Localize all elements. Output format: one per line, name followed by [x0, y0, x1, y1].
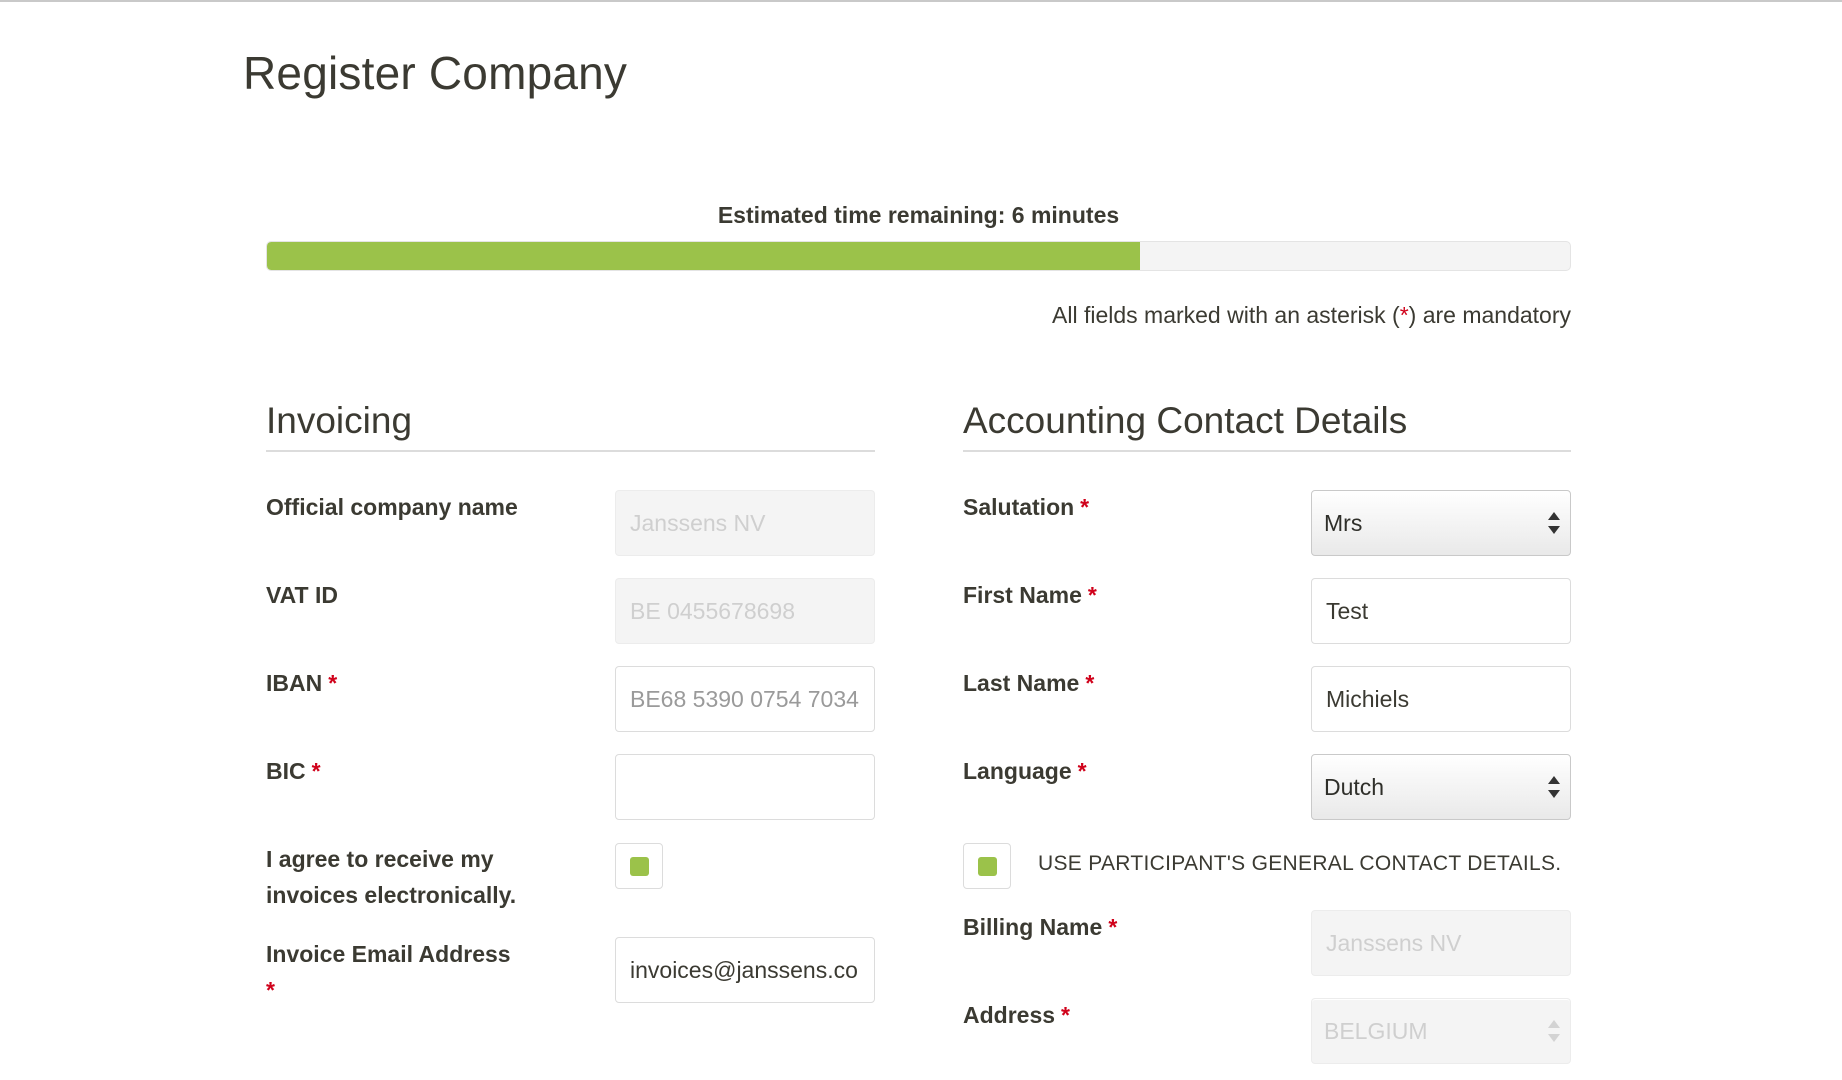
- first-name-label-text: First Name: [963, 582, 1082, 608]
- last-name-label-text: Last Name: [963, 670, 1080, 696]
- company-name-label: Official company name: [266, 489, 518, 525]
- address-country-value: BELGIUM: [1324, 1018, 1428, 1044]
- bic-field[interactable]: [615, 754, 875, 820]
- accounting-title: Accounting Contact Details: [963, 400, 1571, 452]
- language-label: Language *: [963, 753, 1087, 789]
- iban-label: IBAN *: [266, 665, 337, 701]
- invoice-email-label-text: Invoice Email Address: [266, 941, 511, 967]
- accounting-section: Accounting Contact Details: [963, 400, 1571, 452]
- time-remaining-label: Estimated time remaining: 6 minutes: [717, 202, 1120, 228]
- salutation-value: Mrs: [1324, 510, 1363, 536]
- updown-caret-icon: [1548, 1018, 1560, 1044]
- vat-id-label: VAT ID: [266, 577, 338, 613]
- salutation-label-text: Salutation: [963, 494, 1075, 520]
- vat-id-field: BE 0455678698: [615, 578, 875, 644]
- progress-bar-fill: [267, 242, 1140, 270]
- address-label: Address *: [963, 997, 1070, 1033]
- address-country-select: BELGIUM: [1311, 998, 1571, 1064]
- required-asterisk: *: [1087, 582, 1097, 608]
- salutation-label: Salutation *: [963, 489, 1089, 525]
- required-asterisk: *: [1077, 758, 1087, 784]
- language-select[interactable]: Dutch: [1311, 754, 1571, 820]
- use-general-contact-label: USE PARTICIPANT'S GENERAL CONTACT DETAIL…: [1038, 852, 1562, 875]
- last-name-label: Last Name *: [963, 665, 1094, 701]
- company-name-field: Janssens NV: [615, 490, 875, 556]
- invoice-email-field[interactable]: invoices@janssens.co: [615, 937, 875, 1003]
- first-name-label: First Name *: [963, 577, 1097, 613]
- e-invoice-label-line2: invoices electronically.: [266, 882, 517, 908]
- mandatory-notice-text: All fields marked with an asterisk (: [1052, 302, 1400, 328]
- required-asterisk: *: [311, 758, 321, 784]
- e-invoice-label: I agree to receive my invoices electroni…: [266, 841, 516, 913]
- required-asterisk: *: [266, 977, 275, 1003]
- mandatory-notice: All fields marked with an asterisk (*) a…: [1052, 302, 1571, 329]
- progress-bar: [266, 241, 1571, 271]
- billing-name-field: Janssens NV: [1311, 910, 1571, 976]
- iban-label-text: IBAN: [266, 670, 323, 696]
- updown-caret-icon: [1548, 774, 1560, 800]
- page-title: Register Company: [243, 47, 628, 99]
- company-name-label-text: Official company name: [266, 494, 518, 520]
- invoice-email-label: Invoice Email Address *: [266, 936, 511, 1008]
- iban-field[interactable]: BE68 5390 0754 7034: [615, 666, 875, 732]
- invoicing-section: Invoicing: [266, 400, 875, 452]
- asterisk-marker: *: [1399, 302, 1409, 328]
- invoicing-title: Invoicing: [266, 400, 875, 452]
- e-invoice-checkbox[interactable]: [615, 843, 663, 889]
- bic-label: BIC *: [266, 753, 321, 789]
- required-asterisk: *: [1085, 670, 1095, 696]
- first-name-field[interactable]: Test: [1311, 578, 1571, 644]
- checkbox-checked-indicator: [630, 857, 649, 876]
- address-label-text: Address: [963, 1002, 1056, 1028]
- required-asterisk: *: [1061, 1002, 1070, 1028]
- language-value: Dutch: [1324, 774, 1385, 800]
- use-general-contact-checkbox[interactable]: [963, 843, 1011, 889]
- required-asterisk: *: [1080, 494, 1090, 520]
- e-invoice-label-line1: I agree to receive my: [266, 846, 494, 872]
- billing-name-label: Billing Name *: [963, 909, 1117, 945]
- updown-caret-icon: [1548, 510, 1560, 536]
- top-border: [0, 0, 1842, 2]
- billing-name-label-text: Billing Name: [963, 914, 1103, 940]
- required-asterisk: *: [328, 670, 338, 696]
- vat-id-label-text: VAT ID: [266, 582, 338, 608]
- mandatory-notice-text-end: ) are mandatory: [1408, 302, 1571, 328]
- salutation-select[interactable]: Mrs: [1311, 490, 1571, 556]
- last-name-field[interactable]: Michiels: [1311, 666, 1571, 732]
- bic-label-text: BIC: [266, 758, 306, 784]
- language-label-text: Language: [963, 758, 1072, 784]
- checkbox-checked-indicator: [978, 857, 997, 876]
- required-asterisk: *: [1108, 914, 1118, 940]
